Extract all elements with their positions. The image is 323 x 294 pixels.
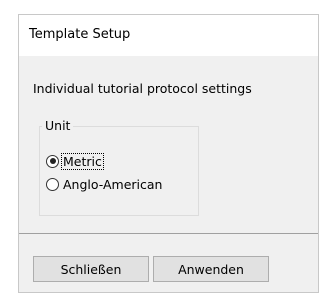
radio-anglo-american[interactable]: Anglo-American	[46, 175, 163, 193]
apply-button[interactable]: Anwenden	[153, 256, 269, 282]
unit-group-label: Unit	[42, 118, 74, 133]
button-separator	[19, 233, 318, 234]
radio-anglo-american-indicator[interactable]	[46, 177, 59, 191]
radio-metric[interactable]: Metric	[46, 152, 104, 170]
title-bar: Template Setup	[19, 15, 318, 56]
unit-groupbox	[39, 126, 199, 216]
dialog-title: Template Setup	[29, 27, 131, 42]
radio-anglo-american-label[interactable]: Anglo-American	[62, 177, 163, 192]
radio-metric-label[interactable]: Metric	[61, 152, 104, 170]
template-setup-dialog: Template Setup Individual tutorial proto…	[18, 14, 319, 293]
close-button[interactable]: Schließen	[33, 256, 149, 282]
dialog-description: Individual tutorial protocol settings	[33, 81, 252, 96]
radio-metric-indicator[interactable]	[46, 154, 59, 168]
